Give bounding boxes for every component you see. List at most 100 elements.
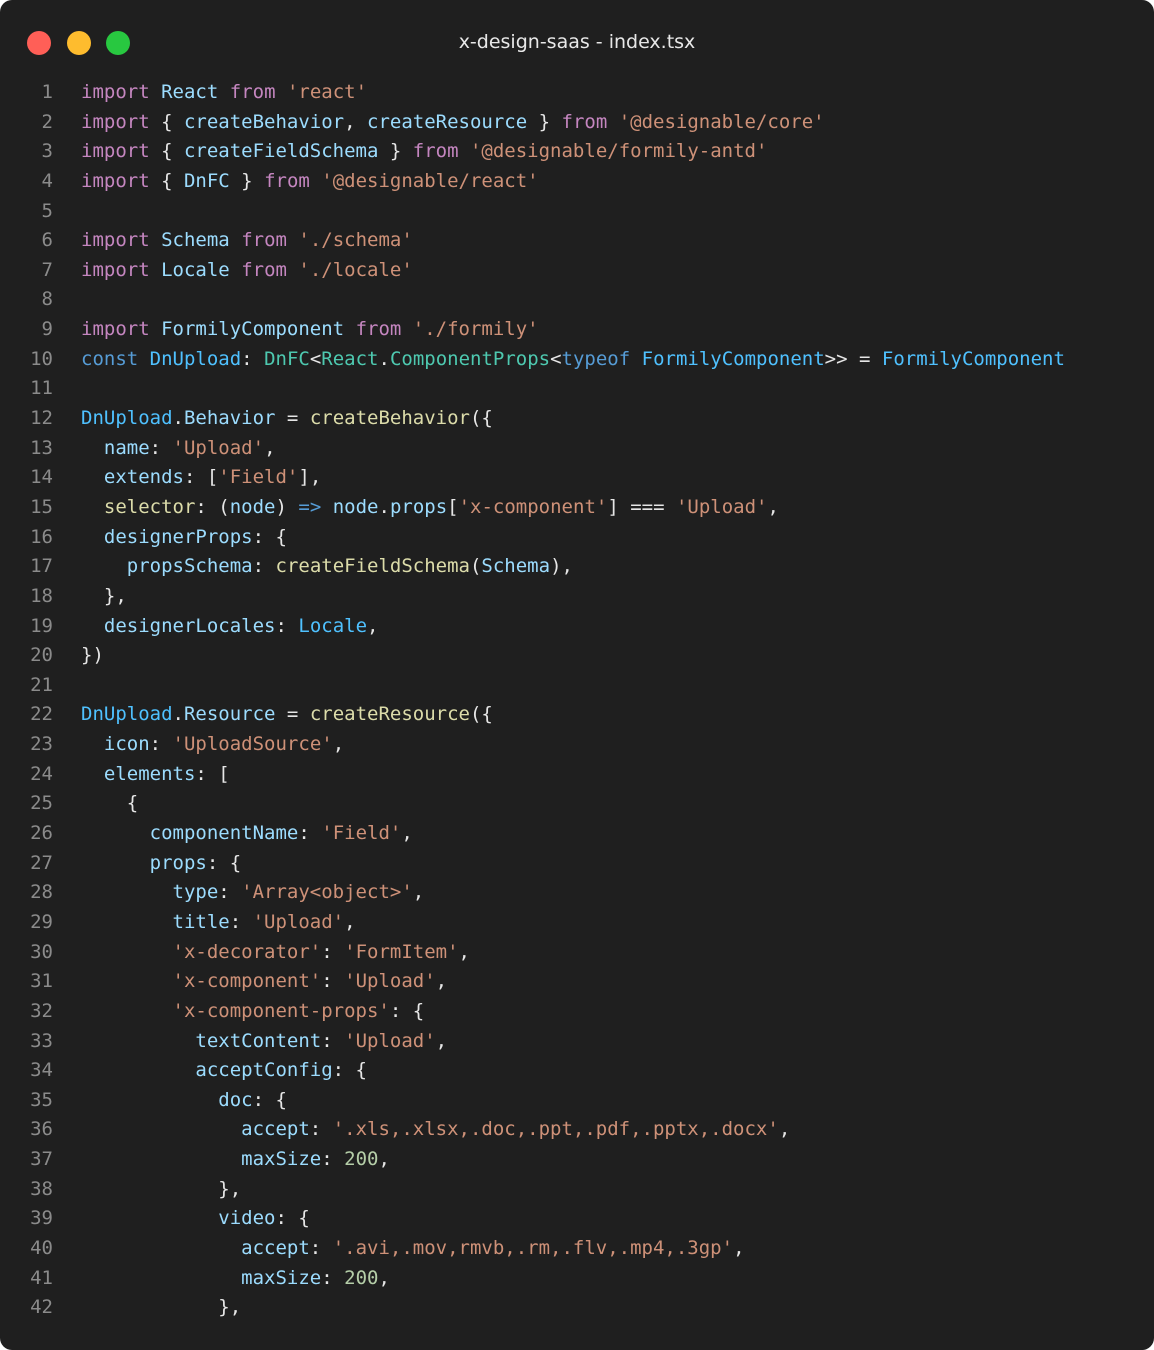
line-text: accept: '.avi,.mov,rmvb,.rm,.flv,.mp4,.3… [81, 1234, 745, 1264]
code-token: ( [469, 555, 482, 578]
code-token: 'x-component' [172, 970, 322, 993]
code-token: import [81, 110, 150, 133]
code-line: 28 type: 'Array<object>', [0, 878, 1154, 908]
code-token: createBehavior [183, 110, 345, 133]
code-token: : [298, 822, 322, 845]
code-line: 14 extends: ['Field'], [0, 463, 1154, 493]
code-token: }, [81, 584, 127, 607]
line-number: 32 [30, 999, 53, 1022]
line-text: name: 'Upload', [81, 434, 276, 464]
line-number: 21 [30, 673, 53, 696]
line-text: componentName: 'Field', [81, 819, 413, 849]
code-token: createBehavior [309, 407, 470, 430]
code-token: : [252, 555, 276, 578]
code-line: 25 { [0, 789, 1154, 819]
code-token: : [309, 1118, 333, 1141]
code-token: : [321, 970, 345, 993]
line-text: textContent: 'Upload', [81, 1027, 447, 1057]
code-token: from [561, 110, 608, 133]
code-token: : { [389, 999, 425, 1022]
code-token: : [229, 910, 253, 933]
line-text: import Locale from './locale' [81, 256, 413, 286]
code-line: 1 import React from 'react' [0, 78, 1154, 108]
code-token: '@designable/react' [321, 169, 539, 192]
code-token: ), [550, 555, 573, 578]
line-number: 15 [30, 495, 53, 518]
code-token: name [103, 436, 150, 459]
line-number: 34 [30, 1059, 53, 1082]
line-number: 30 [30, 940, 53, 963]
code-token: : [321, 940, 345, 963]
line-text: title: 'Upload', [81, 908, 356, 938]
code-token: , [264, 436, 276, 459]
code-token: import [81, 81, 150, 103]
code-token: React [161, 81, 219, 103]
code-token: } [378, 140, 413, 163]
line-number: 19 [30, 614, 53, 637]
code-token: ) [275, 495, 299, 518]
code-line: 22 DnUpload.Resource = createResource({ [0, 700, 1154, 730]
code-token: accept [241, 1118, 310, 1141]
code-token: , [332, 733, 345, 756]
line-number: 3 [41, 140, 53, 163]
line-number: 12 [30, 407, 53, 430]
code-token: createResource [367, 110, 528, 133]
code-token: icon [103, 733, 150, 756]
code-token: React [321, 347, 379, 370]
code-line: 7 import Locale from './locale' [0, 256, 1154, 286]
line-number: 10 [30, 347, 53, 370]
line-number: 17 [30, 555, 53, 578]
code-token: < [309, 347, 322, 370]
code-token: = [275, 407, 310, 430]
code-line: 24 elements: [ [0, 760, 1154, 790]
code-token: , [733, 1236, 745, 1259]
line-number: 29 [30, 910, 53, 933]
code-token: ComponentProps [389, 347, 551, 370]
line-text: props: { [81, 849, 242, 879]
code-token: DnUpload [81, 703, 173, 726]
code-token: , [378, 1148, 390, 1171]
code-token: = [275, 703, 310, 726]
title-bar: x-design-saas - index.tsx [0, 0, 1154, 84]
line-number: 27 [30, 851, 53, 874]
code-token: : [149, 436, 173, 459]
code-line: 17 propsSchema: createFieldSchema(Schema… [0, 552, 1154, 582]
code-token: import [81, 169, 150, 192]
code-token: Resource [183, 703, 276, 726]
code-token: 'Upload' [344, 970, 436, 993]
code-token: { [149, 140, 184, 163]
line-text: selector: (node) => node.props['x-compon… [81, 493, 779, 523]
code-token: , [435, 1029, 448, 1052]
line-text: accept: '.xls,.xlsx,.doc,.ppt,.pdf,.pptx… [81, 1115, 790, 1145]
line-text: import React from 'react' [81, 78, 367, 108]
line-text: designerLocales: Locale, [81, 612, 379, 642]
code-editor[interactable]: 1 import React from 'react' 2 import { crea… [0, 78, 1154, 1323]
line-text: const DnUpload: DnFC<React.ComponentProp… [81, 345, 1065, 375]
code-token: } [527, 110, 562, 133]
line-text: import FormilyComponent from './formily' [81, 315, 539, 345]
line-text: maxSize: 200, [81, 1145, 390, 1175]
code-token: '@designable/formily-antd' [469, 140, 768, 163]
code-token: maxSize [241, 1148, 322, 1171]
code-token: from [241, 229, 287, 252]
code-token: import [81, 229, 150, 252]
code-token: [ [447, 495, 459, 518]
code-token: componentName [149, 822, 299, 845]
code-line: 13 name: 'Upload', [0, 434, 1154, 464]
code-token: props [389, 495, 448, 518]
code-line: 10 const DnUpload: DnFC<React.ComponentPr… [0, 345, 1154, 375]
code-token: 200 [344, 1266, 379, 1289]
code-token: DnUpload [81, 407, 173, 430]
